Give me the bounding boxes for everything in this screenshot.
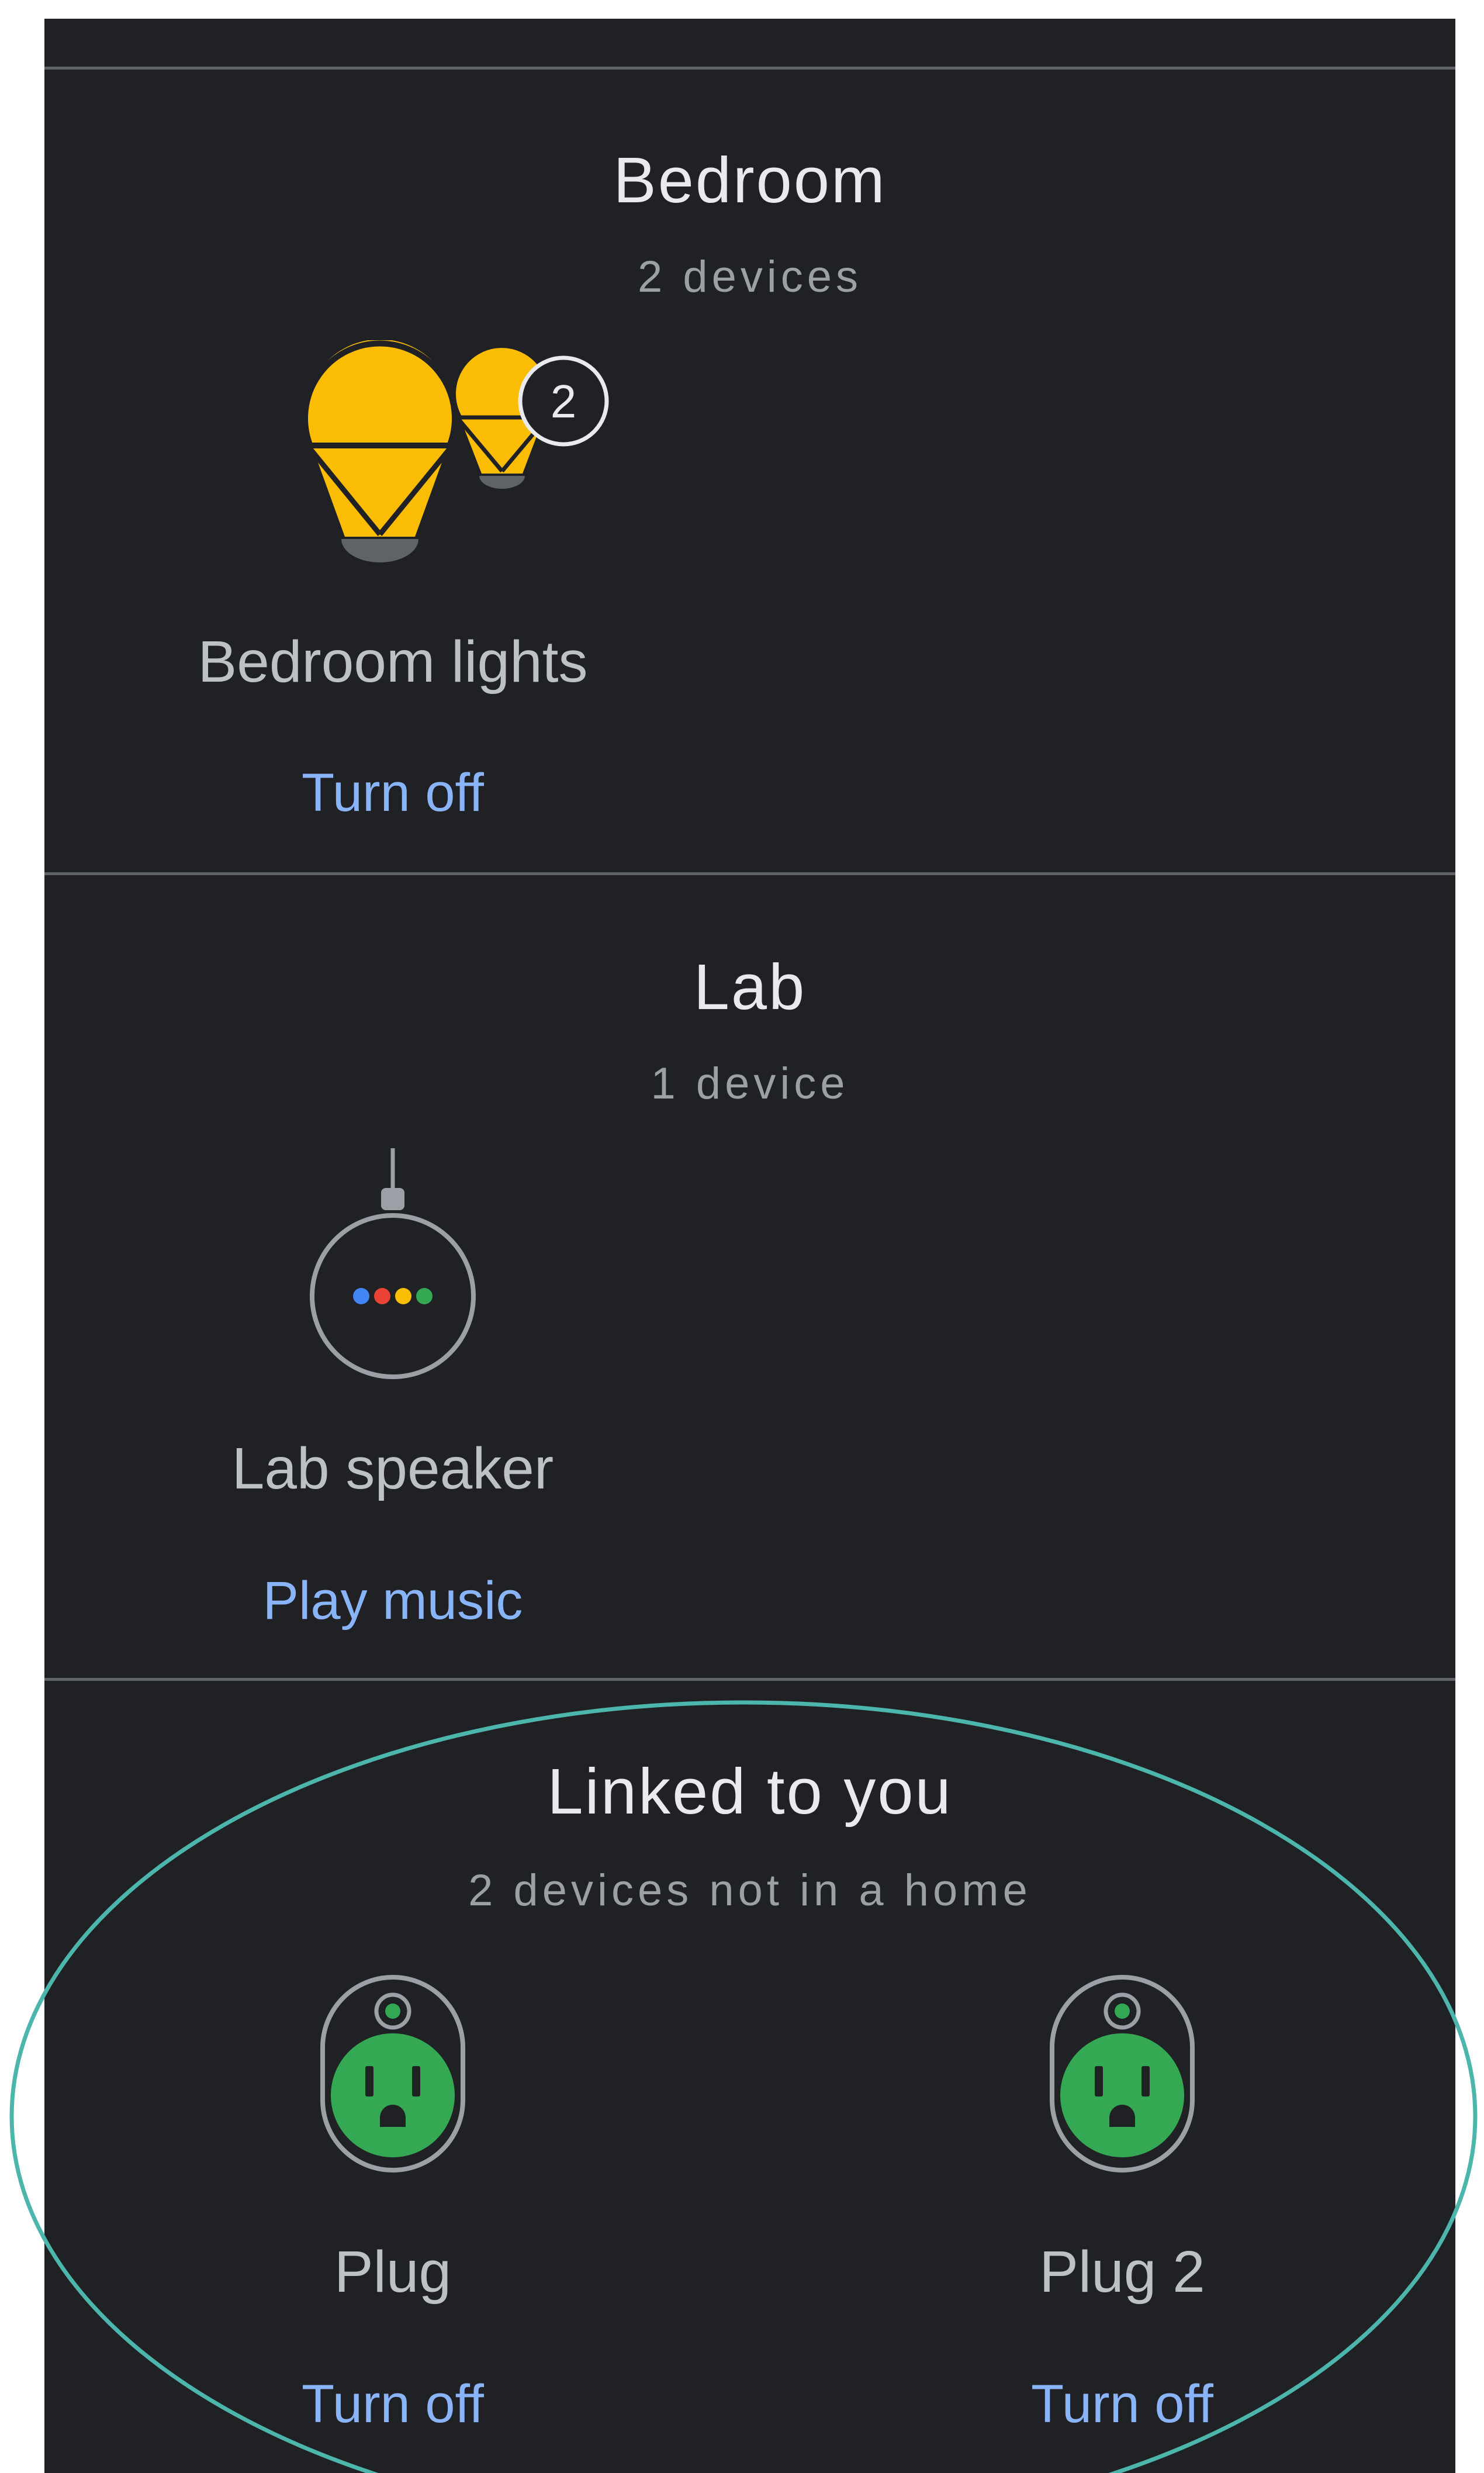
section-title-lab: Lab bbox=[693, 951, 807, 1023]
smart-speaker-icon bbox=[293, 1145, 492, 1390]
device-count-badge: 2 bbox=[551, 375, 577, 427]
smart-plug-icon bbox=[317, 1971, 469, 2182]
section-subtitle-linked: 2 devices not in a home bbox=[468, 1866, 1032, 1915]
light-bulbs-icon: 2 bbox=[261, 340, 670, 609]
section-title-bedroom: Bedroom bbox=[613, 144, 887, 216]
section-divider bbox=[44, 872, 1455, 875]
smart-plug-icon bbox=[1046, 1971, 1198, 2182]
home-devices-screen: Bedroom 2 devices 2 Bedroom lights Turn … bbox=[44, 19, 1455, 2473]
device-name: Plug 2 bbox=[1039, 2239, 1205, 2305]
section-divider bbox=[44, 1678, 1455, 1681]
play-music-button[interactable]: Play music bbox=[130, 1574, 656, 1628]
device-name: Lab speaker bbox=[231, 1436, 554, 1501]
section-divider bbox=[44, 67, 1455, 70]
section-subtitle-bedroom: 2 devices bbox=[637, 252, 863, 302]
device-name: Plug bbox=[334, 2239, 452, 2305]
section-subtitle-lab: 1 device bbox=[651, 1059, 849, 1108]
turn-off-button[interactable]: Turn off bbox=[130, 766, 656, 820]
device-name: Bedroom lights bbox=[198, 629, 588, 695]
section-title-linked: Linked to you bbox=[547, 1756, 953, 1828]
turn-off-button[interactable]: Turn off bbox=[859, 2377, 1385, 2431]
turn-off-button[interactable]: Turn off bbox=[130, 2377, 656, 2431]
